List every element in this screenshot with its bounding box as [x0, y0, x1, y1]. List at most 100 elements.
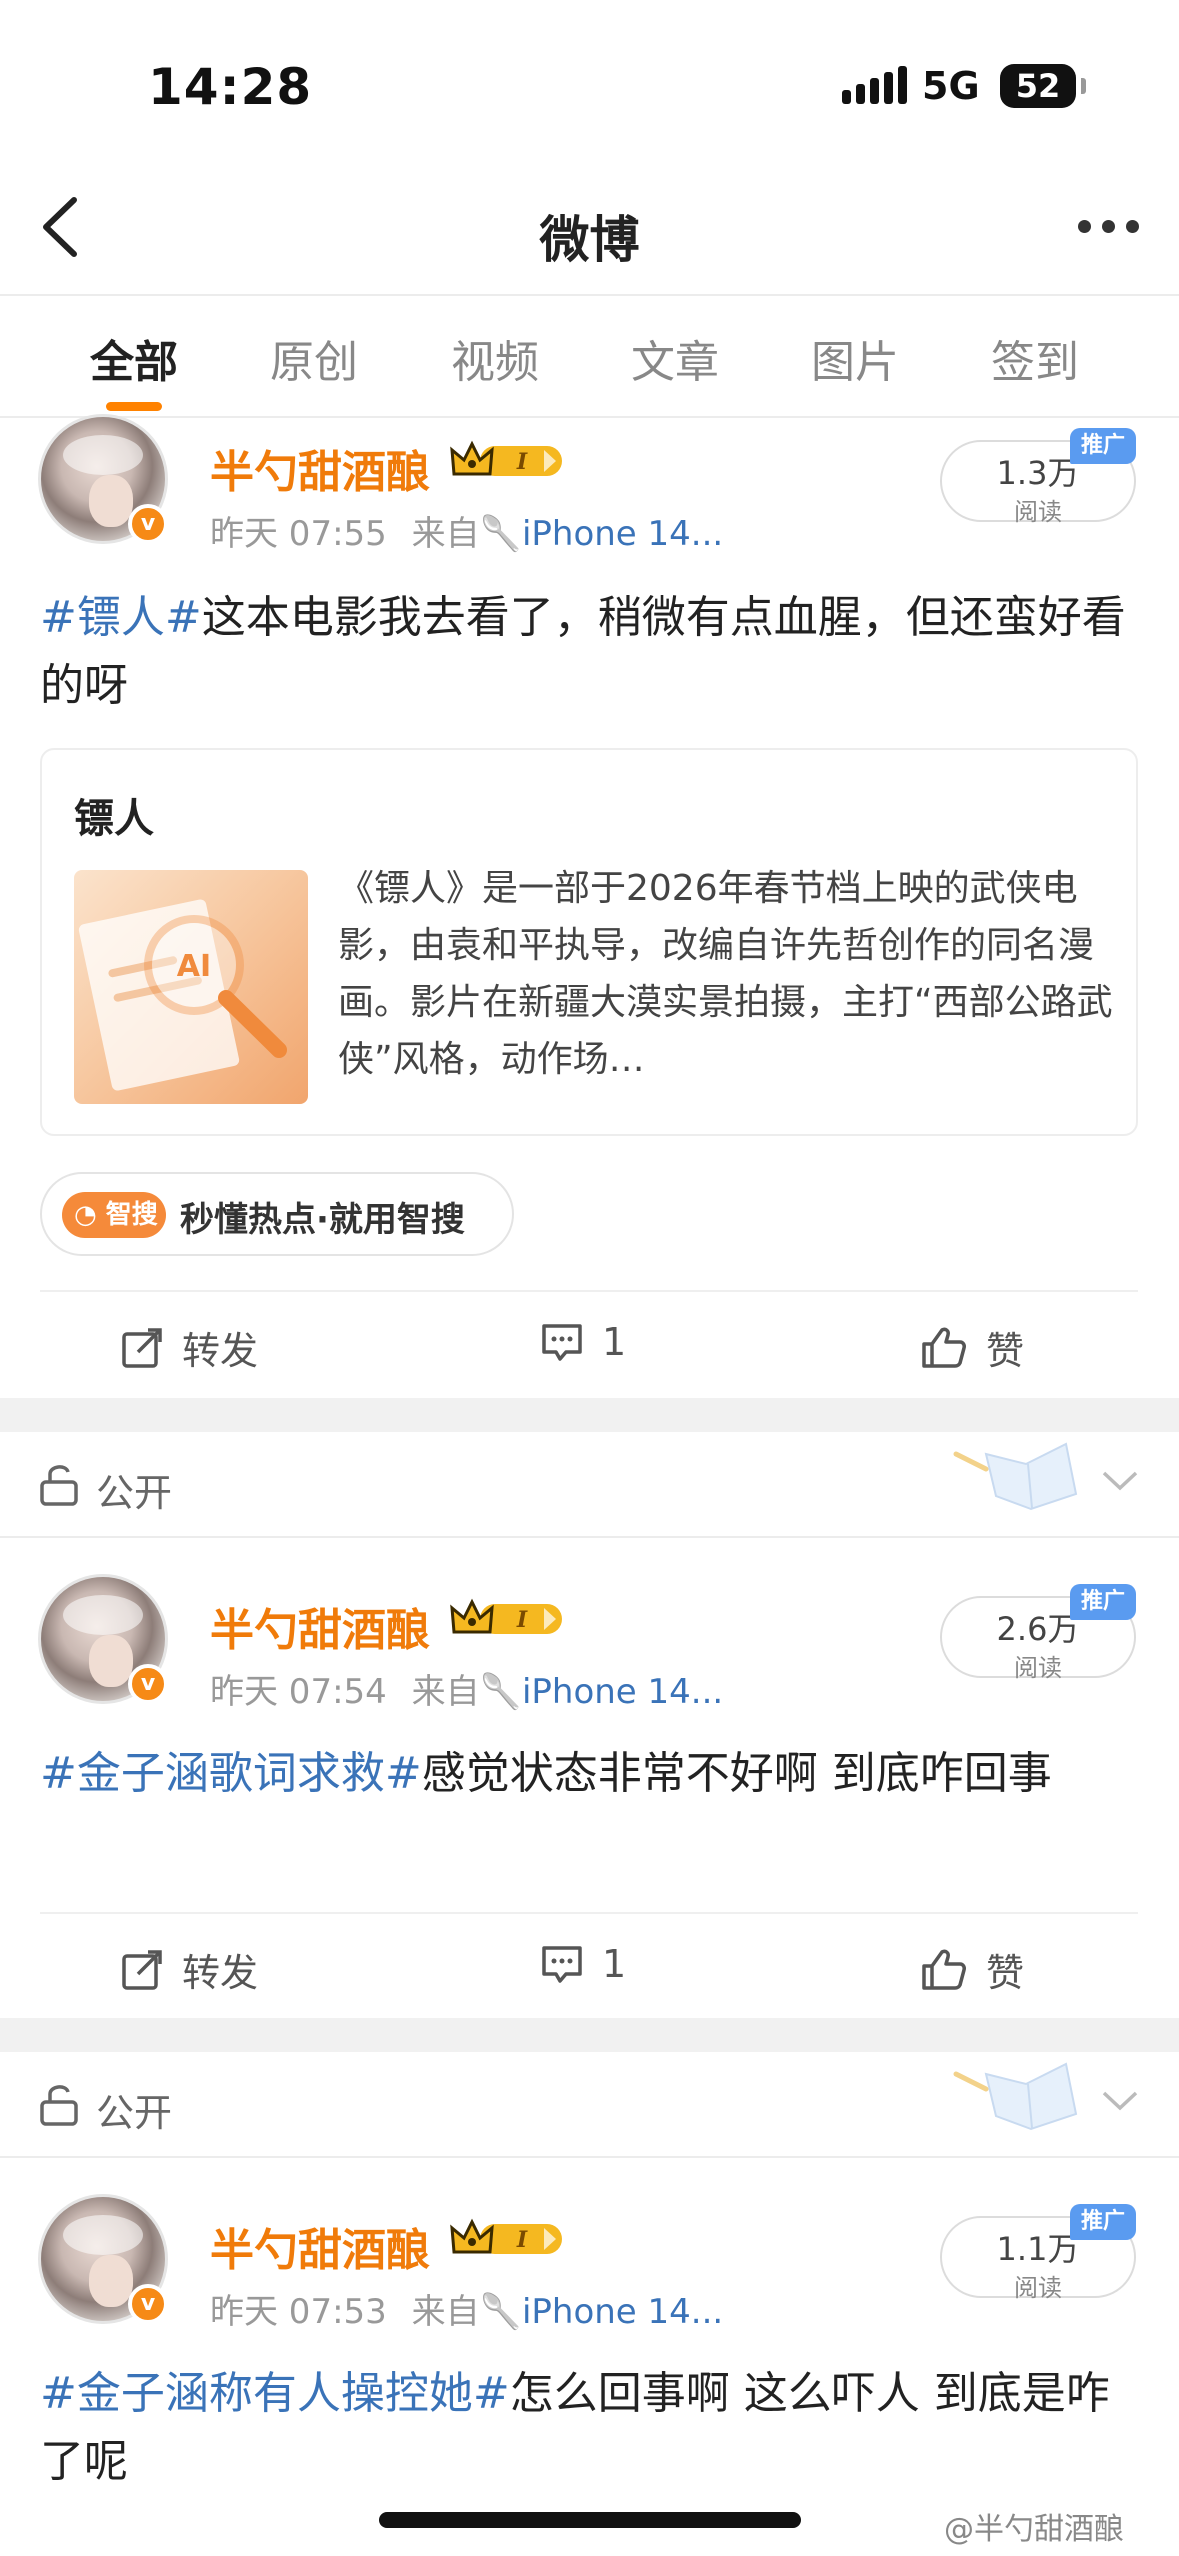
tab-bar: 全部 原创 视频 文章 图片 签到	[0, 294, 1179, 418]
avatar[interactable]: v	[38, 2194, 168, 2324]
nav-bar: 微博	[0, 170, 1179, 294]
tab-image[interactable]: 图片	[785, 326, 925, 390]
spoon-icon: 🥄	[479, 514, 522, 554]
like-label: 赞	[986, 1329, 1025, 1373]
post-card[interactable]: v 半勺甜酒酿 I 昨天 07:54 来自🥄iPhone 14... 2.6万 …	[0, 1538, 1179, 2018]
card-separator	[0, 1398, 1179, 1432]
post-time: 昨天 07:55	[210, 514, 387, 554]
topic-link[interactable]: #金子涵称有人操控她#	[40, 2368, 510, 2419]
user-name[interactable]: 半勺甜酒酿	[210, 2214, 430, 2278]
book-decoration-icon	[953, 2062, 1078, 2131]
promo-badge[interactable]: 推广	[1070, 2204, 1136, 2240]
read-label: 阅读	[1014, 2274, 1062, 2302]
post-time: 昨天 07:53	[210, 2292, 387, 2332]
verified-icon: v	[128, 1664, 168, 1704]
visibility-row[interactable]: 公开	[0, 2052, 1179, 2158]
like-button[interactable]: 赞	[920, 1320, 1024, 1375]
comment-icon	[542, 1946, 582, 1983]
like-icon	[922, 1327, 966, 1368]
post-time: 昨天 07:54	[210, 1672, 387, 1712]
watermark: @半勺甜酒酿	[944, 2512, 1124, 2547]
topic-link[interactable]: #镖人#	[40, 592, 202, 643]
active-tab-indicator	[106, 402, 162, 411]
visibility-label: 公开	[96, 2091, 173, 2135]
crown-icon: I	[450, 2218, 562, 2254]
comment-count: 1	[602, 1942, 627, 1986]
like-button[interactable]: 赞	[920, 1942, 1024, 1997]
tab-video[interactable]: 视频	[425, 326, 565, 390]
post-text: #金子涵歌词求救#感觉状态非常不好啊 到底咋回事	[40, 1740, 1140, 1808]
post-meta: 昨天 07:54 来自🥄iPhone 14...	[210, 1664, 723, 1713]
user-name[interactable]: 半勺甜酒酿	[210, 1594, 430, 1658]
chevron-down-icon[interactable]	[1100, 2088, 1140, 2114]
signal-icon	[842, 66, 907, 104]
home-indicator[interactable]	[379, 2512, 801, 2528]
post-text: #金子涵称有人操控她#怎么回事啊 这么吓人 到底是咋了呢	[40, 2360, 1140, 2496]
svg-text:I: I	[516, 1607, 528, 1633]
post-body: 这本电影我去看了，稍微有点血腥，但还蛮好看的呀	[40, 592, 1126, 711]
avatar[interactable]: v	[38, 1574, 168, 1704]
lock-icon	[40, 2085, 78, 2126]
avatar[interactable]: v	[38, 414, 168, 544]
tab-article[interactable]: 文章	[605, 326, 745, 390]
link-card-description: 《镖人》是一部于2026年春节档上映的武侠电影，由袁和平执导，改编自许先哲创作的…	[338, 868, 1113, 1080]
crown-icon: I	[450, 440, 562, 476]
visibility-row[interactable]: 公开	[0, 1432, 1179, 1538]
status-time: 14:28	[148, 58, 313, 116]
comment-count: 1	[602, 1320, 627, 1364]
status-bar: 14:28 5G 52	[0, 0, 1179, 170]
comment-button[interactable]: 1	[540, 1942, 626, 1986]
repost-label: 转发	[182, 1951, 259, 1995]
link-card[interactable]: 镖人 AI 《镖人》是一部于2026年春节档上映的武侠电影，由袁和平执导，改编自…	[40, 748, 1138, 1136]
thumb-label: AI	[177, 949, 211, 984]
post-text: #镖人#这本电影我去看了，稍微有点血腥，但还蛮好看的呀	[40, 584, 1140, 720]
comment-button[interactable]: 1	[540, 1320, 626, 1364]
card-separator	[0, 2018, 1179, 2052]
user-name[interactable]: 半勺甜酒酿	[210, 436, 430, 500]
repost-icon	[122, 1327, 162, 1368]
more-icon[interactable]	[1078, 220, 1139, 233]
post-card[interactable]: v 半勺甜酒酿 I 昨天 07:53 来自🥄iPhone 14... 1.1万 …	[0, 2158, 1179, 2556]
tab-all[interactable]: 全部	[64, 326, 204, 390]
repost-button[interactable]: 转发	[120, 1942, 258, 1997]
crown-icon: I	[450, 1598, 562, 1634]
promo-badge[interactable]: 推广	[1070, 1584, 1136, 1620]
chevron-down-icon[interactable]	[1100, 1468, 1140, 1494]
tab-checkin[interactable]: 签到	[965, 326, 1105, 390]
zhisou-chip[interactable]: ◔ 智搜 秒懂热点·就用智搜	[40, 1172, 514, 1256]
svg-text:I: I	[516, 449, 528, 475]
tab-original[interactable]: 原创	[244, 326, 384, 390]
network-type: 5G	[922, 64, 980, 108]
post-meta: 昨天 07:53 来自🥄iPhone 14...	[210, 2284, 723, 2333]
promo-badge[interactable]: 推广	[1070, 428, 1136, 464]
verified-icon: v	[128, 2284, 168, 2324]
visibility-label: 公开	[96, 1471, 173, 1515]
from-label: 来自	[411, 2292, 480, 2332]
comment-icon	[542, 1324, 582, 1361]
post-meta: 昨天 07:55 来自🥄iPhone 14...	[210, 506, 723, 555]
action-bar: 转发 1 赞	[40, 1912, 1138, 2022]
post-card[interactable]: v 半勺甜酒酿 I 昨天 07:55 来自🥄iPhone 14... 1.3万 …	[0, 414, 1179, 1400]
from-label: 来自	[411, 1672, 480, 1712]
repost-button[interactable]: 转发	[120, 1320, 258, 1375]
book-decoration-icon	[953, 1442, 1078, 1511]
svg-text:I: I	[516, 2227, 528, 2253]
battery-icon: 52	[1000, 64, 1086, 108]
read-label: 阅读	[1014, 1654, 1062, 1682]
like-icon	[922, 1949, 966, 1990]
topic-link[interactable]: #金子涵歌词求救#	[40, 1748, 422, 1799]
link-card-thumbnail: AI	[74, 870, 308, 1104]
like-label: 赞	[986, 1951, 1025, 1995]
post-source[interactable]: iPhone 14...	[522, 514, 723, 554]
link-card-title: 镖人	[74, 796, 154, 842]
verified-icon: v	[128, 504, 168, 544]
repost-label: 转发	[182, 1329, 259, 1373]
zhisou-text: 秒懂热点·就用智搜	[180, 1200, 465, 1240]
action-bar: 转发 1 赞	[40, 1290, 1138, 1400]
post-body: 感觉状态非常不好啊 到底咋回事	[421, 1748, 1052, 1799]
post-source[interactable]: iPhone 14...	[522, 2292, 723, 2332]
repost-icon	[122, 1949, 162, 1990]
from-label: 来自	[411, 514, 480, 554]
post-source[interactable]: iPhone 14...	[522, 1672, 723, 1712]
zhisou-tag: ◔ 智搜	[62, 1192, 166, 1238]
